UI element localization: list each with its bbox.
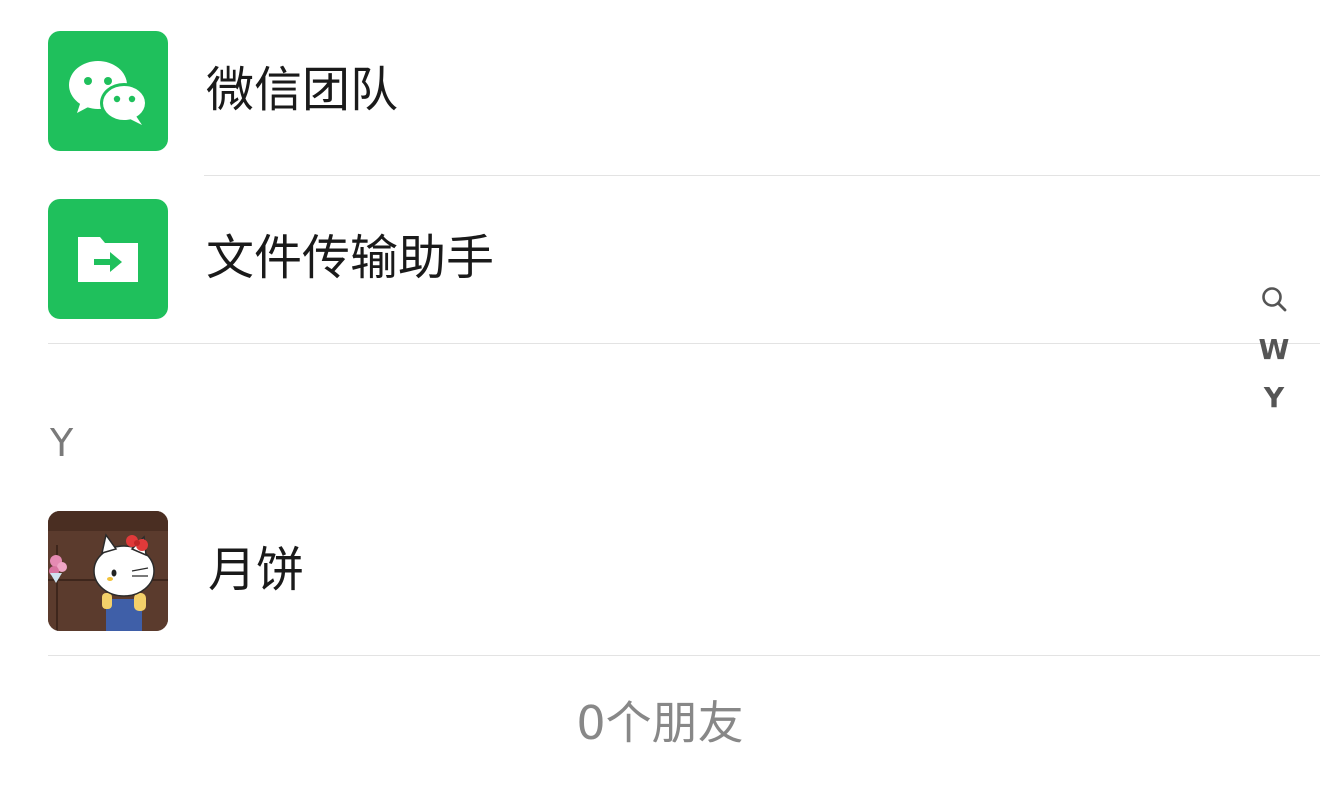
file-transfer-icon <box>48 199 168 319</box>
friend-count-label: 0个朋友 <box>576 696 744 750</box>
contact-item-yuebing[interactable]: 月饼 <box>0 480 1320 648</box>
index-letter-w[interactable]: W <box>1244 326 1304 374</box>
contact-item-file-transfer[interactable]: 文件传输助手 <box>0 168 1320 336</box>
divider <box>48 655 1320 656</box>
section-header-y: Y <box>50 421 74 465</box>
contact-name: 月饼 <box>208 542 305 598</box>
search-icon <box>1262 287 1287 312</box>
wechat-logo-icon <box>48 31 168 151</box>
index-letter-y[interactable]: Y <box>1244 374 1304 422</box>
alphabet-index-bar[interactable]: W Y <box>1244 278 1304 422</box>
hello-kitty-avatar <box>48 511 168 631</box>
divider <box>48 343 1320 344</box>
contact-item-wechat-team[interactable]: 微信团队 <box>0 0 1320 168</box>
contact-name: 微信团队 <box>206 62 399 118</box>
contact-name: 文件传输助手 <box>206 230 495 286</box>
footer-fade <box>540 742 780 801</box>
contacts-page: 微信团队 文件传输助手 Y 月饼 W Y 0个朋友 <box>0 0 1320 801</box>
index-search[interactable] <box>1244 278 1304 326</box>
